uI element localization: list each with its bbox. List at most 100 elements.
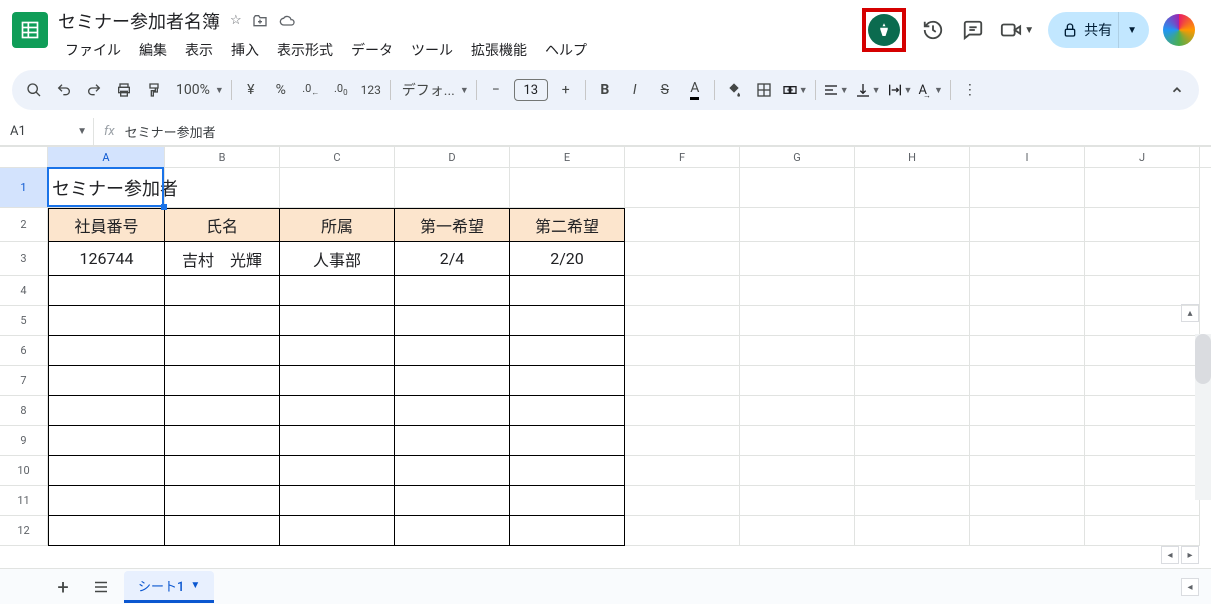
row-header-12[interactable]: 12: [0, 516, 47, 546]
menu-data[interactable]: データ: [344, 38, 400, 62]
formula-bar[interactable]: セミナー参加者: [125, 122, 1211, 141]
meet-button[interactable]: ▼: [1000, 19, 1034, 41]
col-header-J[interactable]: J: [1085, 147, 1200, 167]
cell-G4[interactable]: [740, 276, 855, 306]
cell-C4[interactable]: [280, 276, 395, 306]
cell-J6[interactable]: [1085, 336, 1200, 366]
cell-A5[interactable]: [48, 306, 165, 336]
cell-C6[interactable]: [280, 336, 395, 366]
cell-A10[interactable]: [48, 456, 165, 486]
font-size-input[interactable]: 13: [514, 79, 548, 101]
cell-I9[interactable]: [970, 426, 1085, 456]
cell-H7[interactable]: [855, 366, 970, 396]
cell-I12[interactable]: [970, 516, 1085, 546]
cell-G9[interactable]: [740, 426, 855, 456]
cell-B1[interactable]: [165, 168, 280, 208]
cell-E6[interactable]: [510, 336, 625, 366]
col-header-G[interactable]: G: [740, 147, 855, 167]
row-header-1[interactable]: 1: [0, 168, 47, 208]
increase-decimal-button[interactable]: .00: [327, 76, 355, 104]
row-header-3[interactable]: 3: [0, 242, 47, 276]
cell-F6[interactable]: [625, 336, 740, 366]
cell-C12[interactable]: [280, 516, 395, 546]
cloud-status-icon[interactable]: [278, 13, 296, 29]
cell-I3[interactable]: [970, 242, 1085, 276]
cell-G3[interactable]: [740, 242, 855, 276]
cell-I7[interactable]: [970, 366, 1085, 396]
more-toolbar-icon[interactable]: ⋮: [956, 76, 984, 104]
cell-J9[interactable]: [1085, 426, 1200, 456]
search-menus-icon[interactable]: [20, 76, 48, 104]
cell-A6[interactable]: [48, 336, 165, 366]
cell-G11[interactable]: [740, 486, 855, 516]
row-header-10[interactable]: 10: [0, 456, 47, 486]
col-header-F[interactable]: F: [625, 147, 740, 167]
cell-F8[interactable]: [625, 396, 740, 426]
cell-D10[interactable]: [395, 456, 510, 486]
scroll-left-button[interactable]: ◂: [1161, 546, 1179, 564]
font-family-dropdown[interactable]: デフォ...▼: [396, 80, 471, 100]
sheet-tab-1[interactable]: シート1 ▼: [124, 571, 214, 603]
document-title[interactable]: セミナー参加者名簿: [58, 8, 220, 34]
cell-B7[interactable]: [165, 366, 280, 396]
add-sheet-button[interactable]: +: [48, 572, 78, 602]
cell-D12[interactable]: [395, 516, 510, 546]
cell-D8[interactable]: [395, 396, 510, 426]
collapse-toolbar-icon[interactable]: [1163, 76, 1191, 104]
cell-E1[interactable]: [510, 168, 625, 208]
cell-F1[interactable]: [625, 168, 740, 208]
cell-D1[interactable]: [395, 168, 510, 208]
row-header-9[interactable]: 9: [0, 426, 47, 456]
text-wrap-button[interactable]: ▼: [885, 82, 915, 98]
row-header-8[interactable]: 8: [0, 396, 47, 426]
cell-D11[interactable]: [395, 486, 510, 516]
scroll-up-button[interactable]: ▴: [1181, 304, 1199, 322]
cell-I6[interactable]: [970, 336, 1085, 366]
text-rotation-button[interactable]: A→▼: [916, 83, 944, 98]
cell-I5[interactable]: [970, 306, 1085, 336]
cell-F3[interactable]: [625, 242, 740, 276]
vertical-scroll-thumb[interactable]: [1195, 334, 1211, 384]
increase-font-size-button[interactable]: +: [552, 76, 580, 104]
cell-A7[interactable]: [48, 366, 165, 396]
cell-H5[interactable]: [855, 306, 970, 336]
col-header-B[interactable]: B: [165, 147, 280, 167]
cell-I10[interactable]: [970, 456, 1085, 486]
cell-J4[interactable]: [1085, 276, 1200, 306]
print-icon[interactable]: [110, 76, 138, 104]
cell-F4[interactable]: [625, 276, 740, 306]
cell-B11[interactable]: [165, 486, 280, 516]
cell-G6[interactable]: [740, 336, 855, 366]
cell-A1[interactable]: セミナー参加者: [48, 168, 165, 208]
cell-J8[interactable]: [1085, 396, 1200, 426]
col-header-E[interactable]: E: [510, 147, 625, 167]
menu-insert[interactable]: 挿入: [224, 38, 266, 62]
more-formats-button[interactable]: 123: [357, 76, 385, 104]
col-header-D[interactable]: D: [395, 147, 510, 167]
cell-C2[interactable]: 所属: [280, 208, 395, 242]
move-icon[interactable]: [252, 13, 268, 29]
cell-D7[interactable]: [395, 366, 510, 396]
share-dropdown-icon[interactable]: ▼: [1118, 12, 1145, 48]
merge-cells-button[interactable]: ▼: [780, 82, 810, 98]
cell-C1[interactable]: [280, 168, 395, 208]
cell-E12[interactable]: [510, 516, 625, 546]
horizontal-align-button[interactable]: ▼: [821, 82, 851, 98]
cell-C5[interactable]: [280, 306, 395, 336]
menu-edit[interactable]: 編集: [132, 38, 174, 62]
cell-A9[interactable]: [48, 426, 165, 456]
paint-format-icon[interactable]: [140, 76, 168, 104]
cell-B12[interactable]: [165, 516, 280, 546]
cell-H4[interactable]: [855, 276, 970, 306]
extension-icon[interactable]: [868, 14, 900, 46]
cell-A11[interactable]: [48, 486, 165, 516]
cell-G1[interactable]: [740, 168, 855, 208]
cell-E3[interactable]: 2/20: [510, 242, 625, 276]
cell-G10[interactable]: [740, 456, 855, 486]
undo-icon[interactable]: [50, 76, 78, 104]
cell-B8[interactable]: [165, 396, 280, 426]
cell-C7[interactable]: [280, 366, 395, 396]
decrease-decimal-button[interactable]: .0←: [297, 76, 325, 104]
cell-G2[interactable]: [740, 208, 855, 242]
cell-F10[interactable]: [625, 456, 740, 486]
